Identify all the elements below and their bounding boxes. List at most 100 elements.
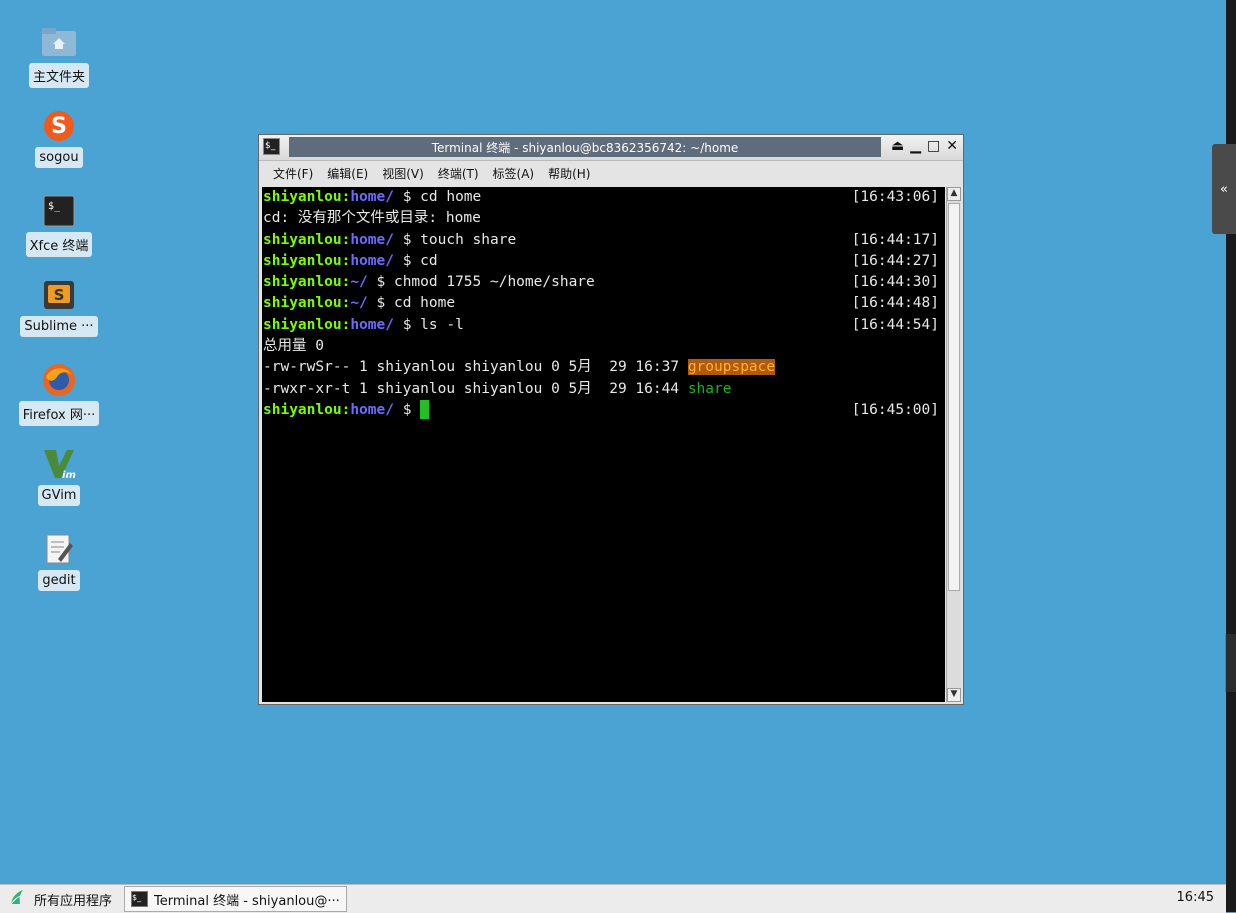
timestamp: [16:44:30]: [851, 274, 939, 291]
command-text: $: [393, 401, 421, 418]
desktop-icon-gvim[interactable]: im GVim: [16, 446, 102, 506]
desktop-icon-label: gedit: [38, 570, 80, 591]
close-icon[interactable]: ✕: [946, 138, 958, 154]
command-text: $ cd home: [393, 189, 482, 205]
gvim-icon: im: [41, 446, 77, 482]
command-text: $ ls -l: [393, 316, 464, 333]
timestamp: [16:44:48]: [851, 295, 939, 312]
timestamp: [16:43:06]: [851, 189, 939, 205]
text-cursor: [420, 400, 430, 420]
app-menu-icon: [8, 888, 26, 910]
file-name: share: [687, 380, 732, 397]
terminal-line: shiyanlou:home/ $ [16:45:00]: [262, 400, 945, 421]
desktop-icon-label: Xfce 终端: [25, 232, 93, 257]
prompt-user: shiyanlou: [263, 189, 342, 205]
menu-view[interactable]: 视图(V): [382, 165, 424, 182]
desktop-icon-label: Sublime ···: [20, 316, 98, 337]
desktop-icon-terminal[interactable]: $_ Xfce 终端: [16, 193, 102, 257]
menu-help[interactable]: 帮助(H): [548, 165, 590, 182]
prompt-path: home/: [350, 316, 394, 333]
terminal-line: shiyanlou:~/ $ cd home [16:44:48]: [262, 293, 945, 314]
side-panel-handle[interactable]: [1225, 634, 1236, 692]
desktop-icon-label: sogou: [35, 147, 83, 168]
prompt-user: shiyanlou: [263, 274, 342, 291]
desktop-icon-sublime[interactable]: S Sublime ···: [16, 277, 102, 337]
svg-text:$_: $_: [48, 201, 61, 212]
desktop-icon-label: Firefox 网···: [18, 401, 100, 426]
menu-edit[interactable]: 编辑(E): [327, 165, 368, 182]
timestamp: [16:44:27]: [851, 252, 939, 269]
prompt-user: shiyanlou: [263, 316, 342, 333]
maximize-icon[interactable]: □: [927, 138, 940, 154]
prompt-path: home/: [350, 252, 394, 269]
firefox-icon: [41, 362, 77, 398]
svg-text:S: S: [54, 286, 65, 304]
timestamp: [16:45:00]: [851, 401, 939, 418]
desktop-icon-gedit[interactable]: gedit: [16, 531, 102, 591]
timestamp: [16:44:17]: [851, 231, 939, 248]
window-title: Terminal 终端 - shiyanlou@bc8362356742: ~/…: [289, 137, 881, 157]
prompt-path: ~/: [350, 295, 368, 312]
vertical-scrollbar[interactable]: ▲ ▼: [946, 187, 961, 702]
scroll-down-icon[interactable]: ▼: [947, 688, 961, 702]
desktop-icon-sogou[interactable]: S sogou: [16, 108, 102, 168]
menu-bar: 文件(F) 编辑(E) 视图(V) 终端(T) 标签(A) 帮助(H): [259, 161, 963, 185]
prompt-user: shiyanlou: [263, 231, 342, 248]
terminal-line: -rw-rwSr-- 1 shiyanlou shiyanlou 0 5月 29…: [262, 357, 945, 378]
terminal-output[interactable]: shiyanlou:home/ $ cd home [16:43:06] cd: …: [262, 187, 945, 702]
desktop-icon-home[interactable]: 主文件夹: [16, 24, 102, 88]
command-text: $ touch share: [393, 231, 517, 248]
command-text: $ cd: [393, 252, 438, 269]
terminal-window[interactable]: $_ Terminal 终端 - shiyanlou@bc8362356742:…: [258, 134, 964, 705]
command-text: $ cd home: [367, 295, 456, 312]
menu-terminal[interactable]: 终端(T): [438, 165, 479, 182]
gedit-icon: [41, 531, 77, 567]
terminal-line: shiyanlou:home/ $ cd [16:44:27]: [262, 251, 945, 272]
prompt-user: shiyanlou: [263, 295, 342, 312]
desktop-icon-firefox[interactable]: Firefox 网···: [16, 362, 102, 426]
sublime-icon: S: [41, 277, 77, 313]
prompt-user: shiyanlou: [263, 401, 342, 418]
svg-text:im: im: [62, 470, 76, 481]
output-text: 总用量 0: [263, 338, 324, 355]
svg-text:S: S: [51, 114, 67, 139]
prompt-path: home/: [350, 231, 394, 248]
prompt-user: shiyanlou: [263, 252, 342, 269]
applications-menu-label: 所有应用程序: [34, 893, 113, 909]
side-panel-toggle[interactable]: «: [1212, 144, 1236, 234]
minimize-icon[interactable]: ▁: [910, 138, 921, 154]
prompt-path: ~/: [350, 274, 368, 291]
home-folder-icon: [41, 24, 77, 60]
command-text: $ chmod 1755 ~/home/share: [367, 274, 595, 291]
taskbar-item-terminal[interactable]: $_ Terminal 终端 - shiyanlou@···: [124, 886, 347, 912]
screen-edge: [1226, 0, 1236, 912]
terminal-line: cd: 没有那个文件或目录: home: [262, 208, 945, 229]
terminal-line: shiyanlou:home/ $ ls -l [16:44:54]: [262, 315, 945, 336]
shade-icon[interactable]: ⏏: [891, 138, 904, 154]
prompt-path: home/: [350, 401, 394, 418]
terminal-icon: $_: [41, 193, 77, 229]
prompt-path: home/: [350, 189, 394, 205]
terminal-icon[interactable]: $_: [263, 138, 280, 155]
scroll-up-icon[interactable]: ▲: [947, 187, 961, 201]
file-name: groupspace: [687, 359, 776, 376]
terminal-line: 总用量 0: [262, 336, 945, 357]
output-text: cd: 没有那个文件或目录: home: [263, 210, 481, 227]
desktop-icon-label: GVim: [37, 485, 81, 506]
terminal-line: -rwxr-xr-t 1 shiyanlou shiyanlou 0 5月 29…: [262, 379, 945, 400]
terminal-line: shiyanlou:~/ $ chmod 1755 ~/home/share [1…: [262, 272, 945, 293]
timestamp: [16:44:54]: [851, 316, 939, 333]
applications-menu-button[interactable]: 所有应用程序: [0, 888, 120, 910]
output-text: -rwxr-xr-t 1 shiyanlou shiyanlou 0 5月 29…: [263, 380, 688, 397]
window-titlebar[interactable]: $_ Terminal 终端 - shiyanlou@bc8362356742:…: [259, 135, 963, 161]
output-text: -rw-rwSr-- 1 shiyanlou shiyanlou 0 5月 29…: [263, 359, 688, 376]
scrollbar-thumb[interactable]: [948, 203, 960, 591]
clock[interactable]: 16:45: [1177, 890, 1214, 905]
terminal-line: shiyanlou:home/ $ cd home [16:43:06]: [262, 187, 945, 208]
terminal-line: shiyanlou:home/ $ touch share [16:44:17]: [262, 230, 945, 251]
terminal-icon: $_: [131, 891, 149, 907]
menu-tabs[interactable]: 标签(A): [493, 165, 535, 182]
taskbar: 所有应用程序 $_ Terminal 终端 - shiyanlou@··· 16…: [0, 884, 1226, 913]
taskbar-item-label: Terminal 终端 - shiyanlou@···: [154, 893, 340, 909]
menu-file[interactable]: 文件(F): [273, 165, 313, 182]
